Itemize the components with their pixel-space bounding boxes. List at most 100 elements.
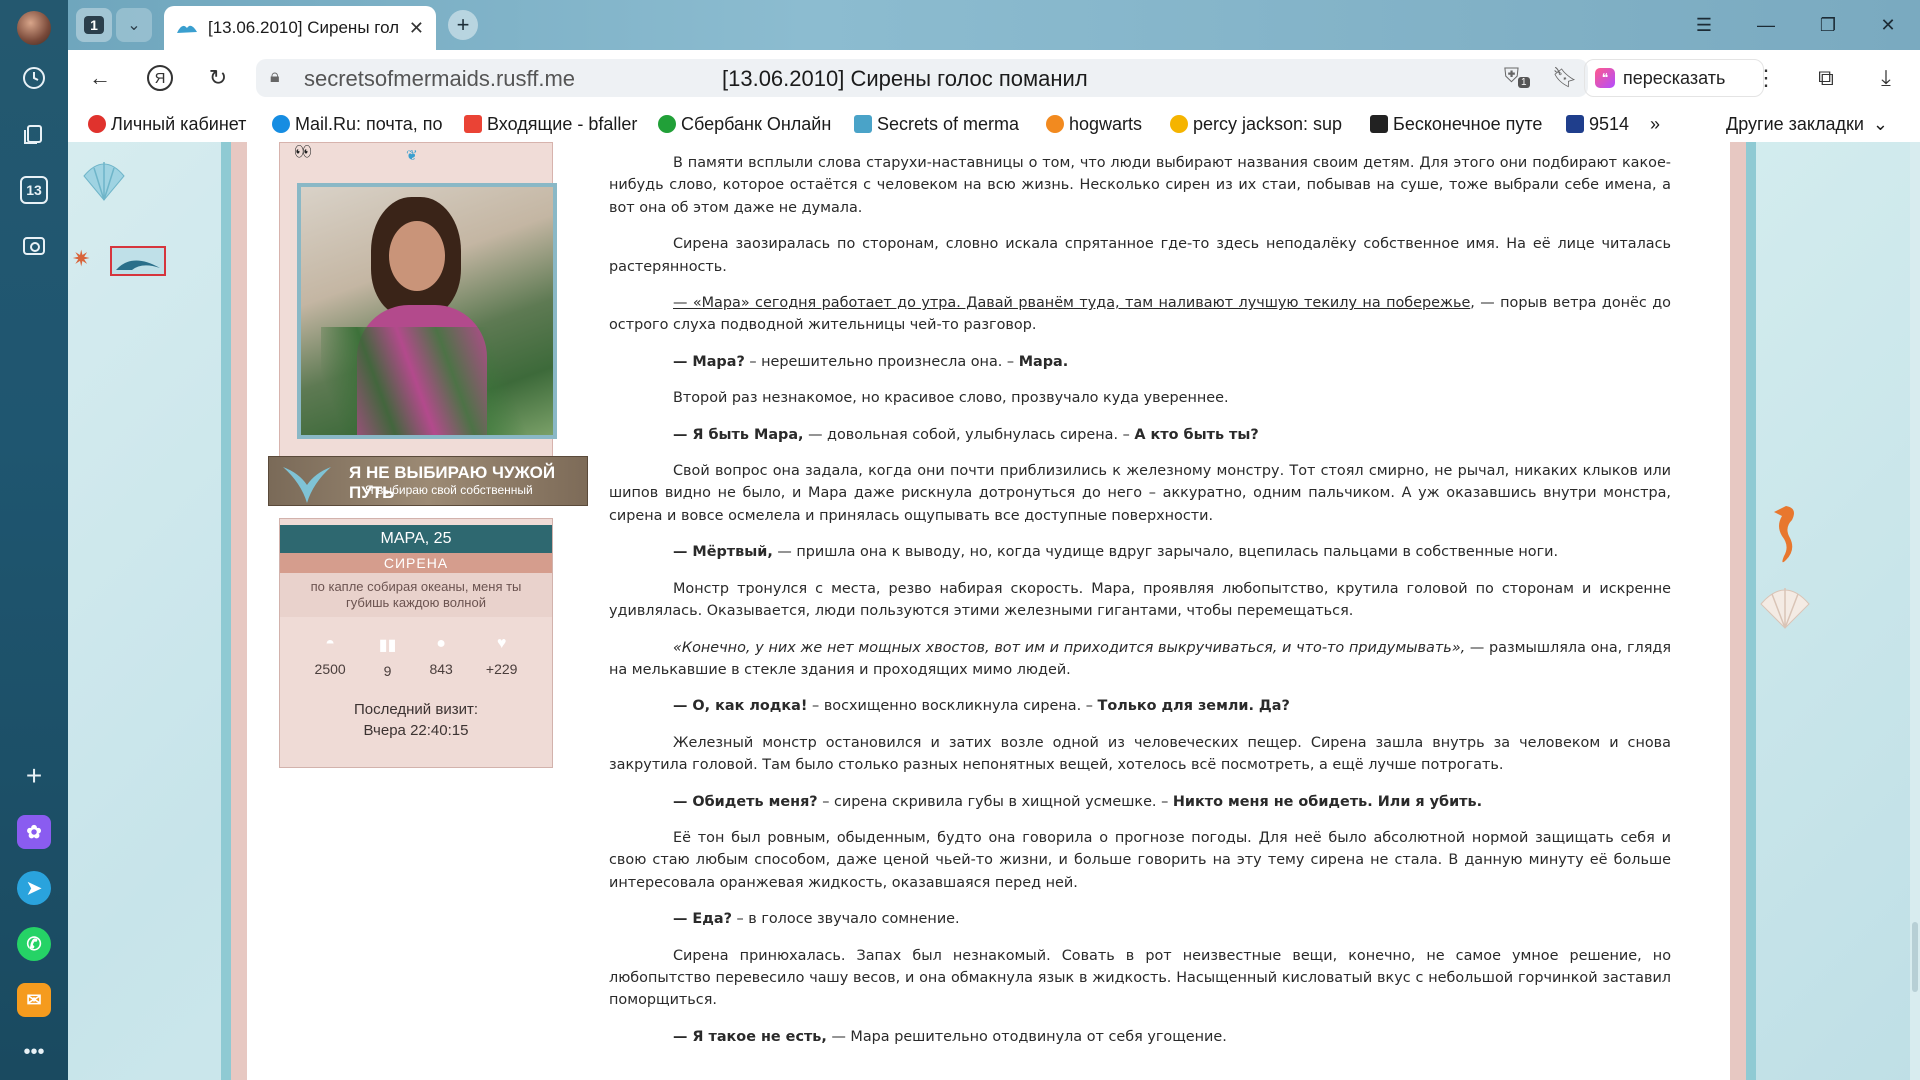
app-mail[interactable]: ✉ bbox=[12, 978, 56, 1022]
post-paragraph: — «Мара» сегодня работает до утра. Давай… bbox=[609, 292, 1671, 337]
bookmark-item[interactable]: Mail.Ru: почта, по bbox=[272, 114, 450, 135]
scrollbar[interactable] bbox=[1910, 142, 1920, 1080]
hogwarts-icon bbox=[1046, 115, 1064, 133]
double-chevron-icon: » bbox=[1650, 113, 1661, 134]
web-page: ✷ 👀︎ ❦ Я НЕ ВЫБИРАЮ ЧУЖОЙ ПУТЬ Я выбираю… bbox=[68, 142, 1920, 1080]
calendar-button[interactable]: 13 bbox=[12, 168, 56, 212]
bookmark-icon[interactable]: 🔖︎ bbox=[1552, 65, 1577, 90]
active-tab[interactable]: [13.06.2010] Сирены голос поманил ✕ bbox=[164, 6, 436, 50]
dialogue-bold: — Еда? bbox=[673, 911, 732, 928]
add-panel-button[interactable]: + bbox=[12, 754, 56, 798]
post-paragraph: Свой вопрос она задала, когда они почти … bbox=[609, 463, 1671, 524]
tab-count: 1 bbox=[84, 16, 104, 34]
bookmark-item[interactable]: Бесконечное путе bbox=[1370, 114, 1552, 135]
eyes-icon: 👀︎ bbox=[294, 143, 312, 159]
address-bar[interactable]: 🔒︎ secretsofmermaids.rusff.me [13.06.201… bbox=[256, 59, 1588, 97]
author-name[interactable]: МАРА, 25 bbox=[280, 525, 552, 553]
post-text: – восхищенно воскликнула сирена. – bbox=[807, 698, 1098, 715]
post-paragraph: В памяти всплыли слова старухи-наставниц… bbox=[609, 155, 1671, 216]
yandex-button[interactable]: Я bbox=[142, 60, 178, 96]
bookmark-label: 9514 bbox=[1589, 113, 1630, 134]
bookmark-item[interactable]: Личный кабинет bbox=[88, 114, 258, 135]
title-bar: 1 ⌄ [13.06.2010] Сирены голос поманил ✕ … bbox=[68, 0, 1920, 50]
back-button[interactable]: ← bbox=[82, 60, 118, 96]
bookmark-item[interactable]: hogwarts bbox=[1046, 114, 1156, 135]
post-paragraph: Железный монстр остановился и затих возл… bbox=[609, 734, 1671, 774]
bookmark-item[interactable]: percy jackson: sup bbox=[1170, 114, 1356, 135]
site-favicon-icon bbox=[177, 25, 197, 33]
app-flower[interactable]: ✿ bbox=[12, 810, 56, 854]
chevron-down-icon: ⌄ bbox=[1872, 113, 1889, 134]
other-bookmarks-button[interactable]: Другие закладки ⌄ bbox=[1726, 114, 1888, 135]
shell-icon: ◓ bbox=[325, 635, 335, 652]
plus-icon: + bbox=[456, 12, 470, 37]
reload-icon: ↻ bbox=[208, 65, 228, 90]
bookmark-item[interactable]: Входящие - bfaller bbox=[464, 114, 644, 135]
more-button[interactable]: ••• bbox=[12, 1030, 56, 1074]
telegram-icon: ➤ bbox=[17, 871, 51, 905]
bookmarks-overflow-button[interactable]: » bbox=[1650, 114, 1674, 135]
post-paragraph: — О, как лодка! – восхищенно воскликнула… bbox=[609, 695, 1671, 717]
bookmarks-bar: Личный кабинет Mail.Ru: почта, по Входящ… bbox=[68, 106, 1920, 142]
tab-list-button[interactable]: ⌄ bbox=[116, 8, 152, 42]
profile-avatar[interactable] bbox=[12, 6, 56, 50]
starfish-icon: ✷ bbox=[72, 246, 91, 271]
downloads-button[interactable]: ⤓ bbox=[1868, 60, 1904, 96]
post-text: – сирена скривила губы в хищной усмешке.… bbox=[817, 793, 1173, 810]
stat-value: +229 bbox=[485, 661, 518, 677]
sberbank-icon bbox=[658, 115, 676, 133]
post-text: — довольная собой, улыбнулась сирена. – bbox=[803, 426, 1135, 443]
bookmark-label: Secrets of merma bbox=[877, 113, 1020, 134]
mailru-icon bbox=[272, 115, 290, 133]
scrollbar-thumb[interactable] bbox=[1912, 922, 1918, 992]
restore-icon: ❐ bbox=[1819, 14, 1837, 35]
lock-icon: 🔒︎ bbox=[270, 66, 280, 86]
dialogue-bold: — Обидеть меня? bbox=[673, 793, 818, 810]
last-visit-label: Последний визит: bbox=[354, 701, 478, 718]
chevron-down-icon: ⌄ bbox=[127, 17, 141, 34]
post-paragraph: Сирена заозиралась по сторонам, словно и… bbox=[609, 236, 1671, 275]
post-container: 👀︎ ❦ Я НЕ ВЫБИРАЮ ЧУЖОЙ ПУТЬ Я выбираю с… bbox=[247, 142, 1730, 1080]
bookmark-item[interactable]: Сбербанк Онлайн bbox=[658, 114, 840, 135]
tab-title: [13.06.2010] Сирены голос поманил bbox=[208, 18, 399, 37]
close-window-button[interactable]: ✕ bbox=[1868, 10, 1908, 40]
bookmark-item[interactable]: 9514 bbox=[1566, 114, 1636, 135]
author-avatar[interactable] bbox=[297, 183, 557, 439]
menu-button[interactable]: ☰ bbox=[1684, 10, 1724, 40]
download-icon: ⤓ bbox=[1881, 65, 1891, 90]
bookmark-label: percy jackson: sup bbox=[1193, 113, 1343, 134]
browser-sidebar: 13 + ✿ ➤ ✆ ✉ ••• bbox=[0, 0, 68, 1080]
author-race: СИРЕНА bbox=[280, 553, 552, 573]
bookmark-item[interactable]: Secrets of merma bbox=[854, 114, 1032, 135]
retell-button[interactable]: ❝ пересказать bbox=[1584, 59, 1764, 97]
app-whatsapp[interactable]: ✆ bbox=[12, 922, 56, 966]
stat-posts: ◓ 2500 bbox=[315, 635, 346, 679]
minimize-icon: — bbox=[1757, 14, 1775, 35]
minimize-button[interactable]: — bbox=[1746, 10, 1786, 40]
bookmark-label: hogwarts bbox=[1069, 113, 1143, 134]
site-favicon-icon bbox=[1566, 115, 1584, 133]
fin-thumbnail[interactable] bbox=[110, 246, 166, 276]
tab-counter-button[interactable]: 1 bbox=[76, 8, 112, 42]
post-body: В памяти всплыли слова старухи-наставниц… bbox=[609, 152, 1671, 1062]
restore-button[interactable]: ❐ bbox=[1808, 10, 1848, 40]
screenshot-button[interactable] bbox=[12, 224, 56, 268]
history-button[interactable] bbox=[12, 56, 56, 100]
post-paragraph: — Еда? – в голосе звучало сомнение. bbox=[609, 908, 1671, 930]
app-telegram[interactable]: ➤ bbox=[12, 866, 56, 910]
stat-value: 2500 bbox=[314, 661, 346, 677]
collections-button[interactable] bbox=[12, 112, 56, 156]
extensions-button[interactable]: ⧉ bbox=[1808, 60, 1844, 96]
retell-menu-button[interactable]: ⋮ bbox=[1748, 60, 1784, 96]
hamburger-icon: ☰ bbox=[1695, 14, 1713, 35]
author-profile: 👀︎ ❦ Я НЕ ВЫБИРАЮ ЧУЖОЙ ПУТЬ Я выбираю с… bbox=[268, 142, 588, 768]
protect-icon[interactable]: ⛨ bbox=[1504, 65, 1519, 88]
leaves-overlay bbox=[321, 327, 541, 435]
content-frame: 👀︎ ❦ Я НЕ ВЫБИРАЮ ЧУЖОЙ ПУТЬ Я выбираю с… bbox=[221, 142, 1756, 1080]
retell-label: пересказать bbox=[1623, 67, 1726, 88]
last-visit-value: Вчера 22:40:15 bbox=[363, 722, 469, 739]
userbar-subtitle: Я выбираю свой собственный bbox=[365, 483, 533, 497]
reload-button[interactable]: ↻ bbox=[200, 60, 236, 96]
new-tab-button[interactable]: + bbox=[448, 10, 478, 40]
close-icon[interactable]: ✕ bbox=[409, 18, 424, 39]
